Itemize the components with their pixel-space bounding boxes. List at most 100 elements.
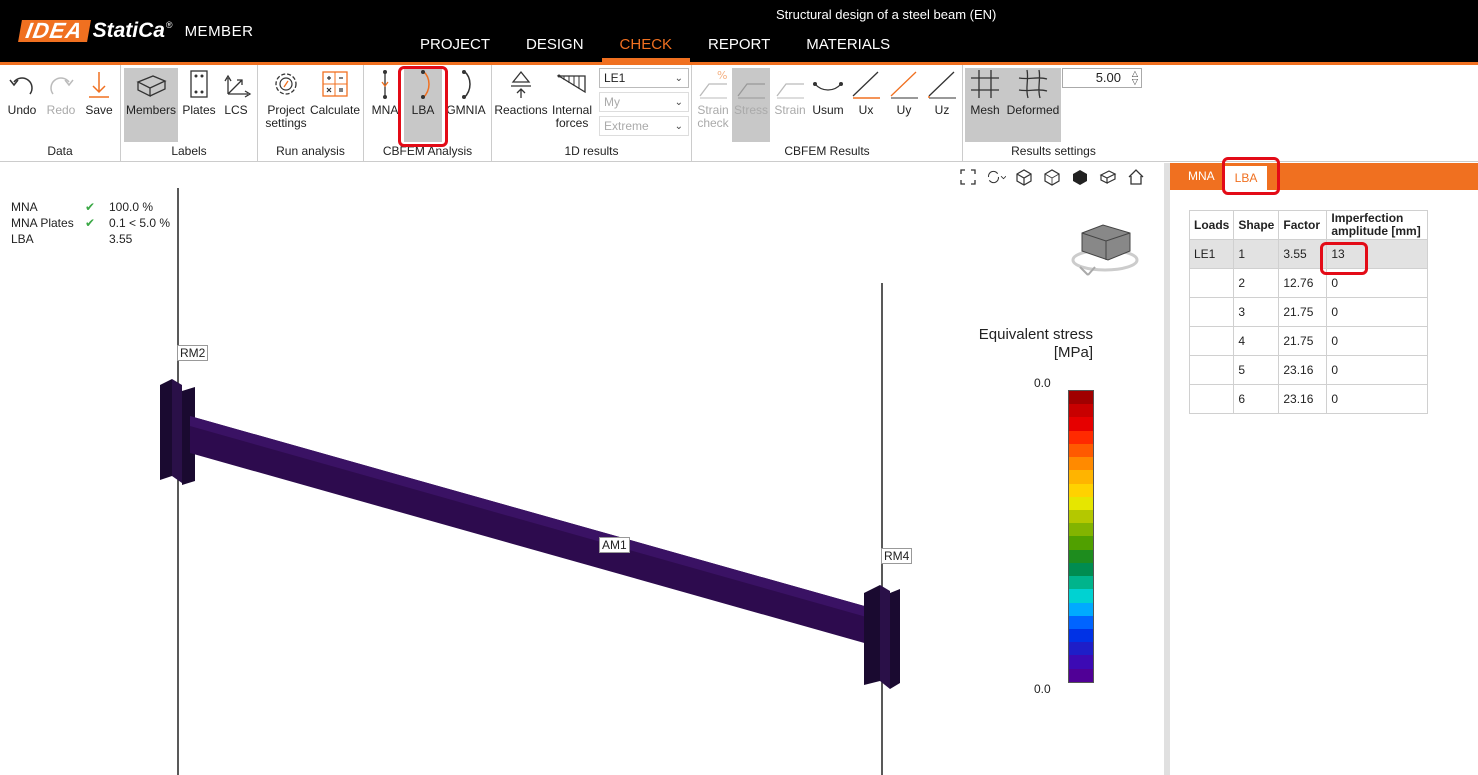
cell-factor: 12.76: [1278, 268, 1328, 298]
table-row[interactable]: 2 12.76 0: [1188, 268, 1429, 298]
redo-label: Redo: [46, 103, 76, 117]
mesh-toggle[interactable]: Mesh: [965, 68, 1005, 142]
gmnia-icon: [462, 70, 471, 99]
mna-label: MNA: [371, 103, 399, 117]
menu-materials[interactable]: MATERIALS: [788, 30, 908, 62]
strain-icon: [776, 83, 804, 99]
logo-statica: StatiCa: [92, 19, 165, 42]
cell-loads: [1188, 384, 1235, 414]
member-label-rm2: RM2: [177, 345, 209, 361]
internal-forces-label-1: Internal: [551, 103, 593, 117]
plates-toggle[interactable]: Plates: [181, 68, 217, 117]
cell-shape: 1: [1233, 239, 1280, 269]
mna-button[interactable]: MNA: [368, 68, 402, 117]
strain-check-button[interactable]: % Strain check: [695, 68, 731, 130]
group-run-analysis: Project settings Calculate Run analysis: [258, 65, 364, 162]
save-label: Save: [85, 103, 113, 117]
deformed-toggle[interactable]: Deformed: [1005, 68, 1061, 142]
table-header-row: Loads Shape Factor Imperfection amplitud…: [1188, 210, 1429, 240]
highlight-lba-button: [398, 66, 448, 147]
tab-mna[interactable]: MNA: [1178, 163, 1225, 190]
ribbon: Undo Redo Save Data Members Plates LCS L…: [0, 65, 1478, 162]
ux-label: Ux: [858, 103, 874, 117]
usum-button[interactable]: Usum: [809, 68, 847, 117]
internal-forces-button[interactable]: Internal forces: [550, 68, 594, 130]
table-row[interactable]: 4 21.75 0: [1188, 326, 1429, 356]
cell-shape: 2: [1233, 268, 1280, 298]
mesh-icon: [971, 70, 999, 98]
cell-imperfection[interactable]: 0: [1326, 326, 1429, 356]
gmnia-button[interactable]: GMNIA: [446, 68, 486, 117]
color-scale-band: [1069, 470, 1093, 484]
cell-factor: 21.75: [1278, 297, 1328, 327]
lcs-toggle[interactable]: LCS: [219, 68, 253, 117]
redo-button[interactable]: Redo: [43, 68, 79, 117]
cell-imperfection[interactable]: 0: [1326, 297, 1429, 327]
strain-check-label-2: check: [697, 116, 729, 130]
color-scale-band: [1069, 404, 1093, 418]
color-scale-band: [1069, 496, 1093, 510]
members-toggle[interactable]: Members: [124, 68, 178, 142]
members-label: Members: [125, 103, 176, 117]
group-label-run: Run analysis: [276, 144, 345, 158]
uy-button[interactable]: Uy: [886, 68, 922, 117]
deformation-scale-input[interactable]: 5.00 △ ▽: [1062, 68, 1142, 88]
legend-max-value: 0.0: [1034, 376, 1051, 390]
color-scale-band: [1069, 549, 1093, 563]
group-label-labels: Labels: [171, 144, 207, 158]
table-row[interactable]: 5 23.16 0: [1188, 355, 1429, 385]
menu-design[interactable]: DESIGN: [508, 30, 602, 62]
color-scale-band: [1069, 668, 1093, 682]
column-web-right: [880, 585, 890, 689]
undo-button[interactable]: Undo: [4, 68, 40, 117]
3d-viewport[interactable]: MNA ✔ 100.0 % MNA Plates ✔ 0.1 < 5.0 % L…: [0, 163, 1164, 775]
title-bar: IDEA StatiCa ® MEMBER Structural design …: [0, 0, 1478, 62]
chevron-down-icon: ⌄: [674, 97, 683, 108]
project-settings-label-1: Project: [267, 103, 305, 117]
panel-tabs: MNA LBA: [1170, 163, 1478, 190]
uy-icon: [890, 71, 918, 99]
main-menu: PROJECT DESIGN CHECK REPORT MATERIALS: [402, 30, 908, 62]
navigation-cube[interactable]: [1071, 224, 1139, 276]
cell-factor: 23.16: [1278, 355, 1328, 385]
reactions-button[interactable]: Reactions: [493, 68, 549, 117]
mesh-label: Mesh: [970, 103, 1000, 117]
stress-icon: [737, 83, 765, 99]
strain-button[interactable]: Strain: [772, 68, 808, 117]
save-button[interactable]: Save: [82, 68, 116, 117]
table-row[interactable]: 6 23.16 0: [1188, 384, 1429, 414]
table-row[interactable]: LE1 1 3.55 13: [1188, 239, 1429, 269]
lcs-axes-icon: [224, 74, 252, 98]
svg-text:%: %: [717, 69, 727, 82]
extreme-select[interactable]: Extreme ⌄: [599, 116, 689, 136]
menu-project[interactable]: PROJECT: [402, 30, 508, 62]
deformed-label: Deformed: [1006, 103, 1060, 117]
table-row[interactable]: 3 21.75 0: [1188, 297, 1429, 327]
usum-label: Usum: [812, 103, 844, 117]
project-settings-button[interactable]: Project settings: [261, 68, 311, 130]
cell-loads: LE1: [1188, 239, 1235, 269]
menu-check[interactable]: CHECK: [601, 30, 691, 62]
menu-report[interactable]: REPORT: [690, 30, 788, 62]
extreme-value: Extreme: [604, 119, 649, 133]
spinner-arrows-icon[interactable]: △ ▽: [1132, 70, 1138, 86]
strain-check-icon: %: [699, 69, 727, 99]
color-scale-band: [1069, 562, 1093, 577]
component-select[interactable]: My ⌄: [599, 92, 689, 112]
cell-imperfection[interactable]: 0: [1326, 355, 1429, 385]
reactions-icon: [511, 70, 531, 98]
calculator-icon: [322, 71, 348, 97]
stress-button[interactable]: Stress: [732, 68, 770, 142]
calculate-button[interactable]: Calculate: [310, 68, 360, 117]
group-1d-results: Reactions Internal forces LE1 ⌄ My ⌄ Ext…: [492, 65, 692, 162]
column-header-factor: Factor: [1278, 210, 1328, 240]
color-scale-band: [1069, 589, 1093, 603]
load-effect-select[interactable]: LE1 ⌄: [599, 68, 689, 88]
document-title: Structural design of a steel beam (EN): [776, 7, 997, 22]
cell-imperfection[interactable]: 0: [1326, 384, 1429, 414]
ux-button[interactable]: Ux: [848, 68, 884, 117]
module-name: MEMBER: [184, 22, 254, 40]
uz-button[interactable]: Uz: [924, 68, 960, 117]
beam-top-flange: [190, 416, 875, 618]
undo-icon: [9, 77, 33, 95]
